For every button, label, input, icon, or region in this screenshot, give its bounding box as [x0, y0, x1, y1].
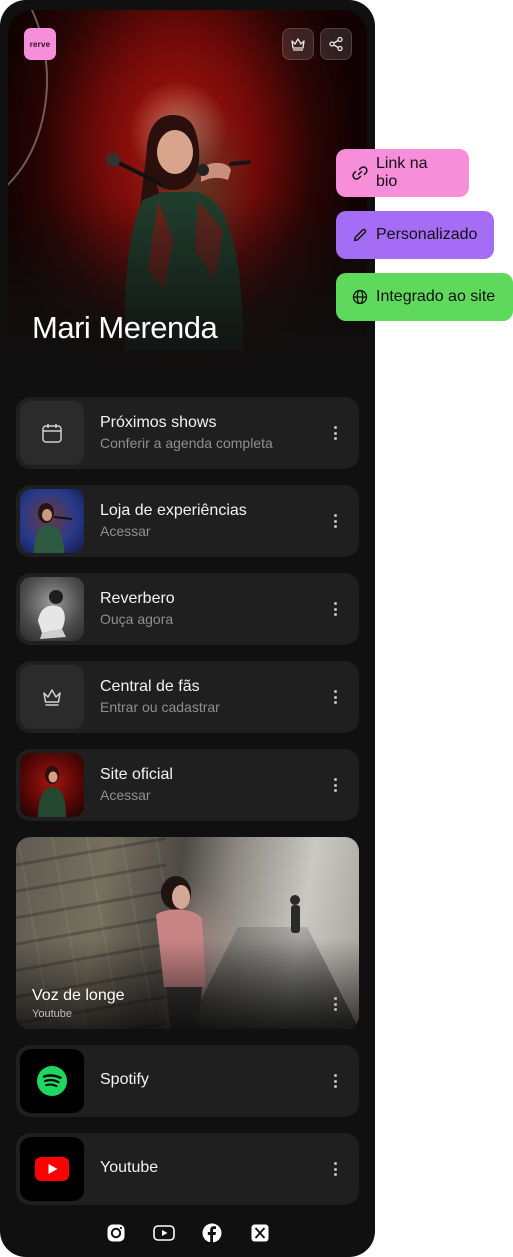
share-button[interactable]: [320, 28, 352, 60]
link-subtitle: Acessar: [100, 523, 151, 539]
instagram-icon[interactable]: [105, 1222, 127, 1244]
link-subtitle: Acessar: [100, 787, 151, 803]
concert-photo: [34, 503, 73, 553]
crown-icon: [291, 38, 305, 51]
link-subtitle: Conferir a agenda completa: [100, 435, 273, 451]
link-title: Próximos shows: [100, 414, 217, 431]
social-links: [0, 1220, 375, 1246]
more-options-icon[interactable]: [329, 600, 341, 618]
spotify-icon: [37, 1066, 67, 1096]
album-cover: [38, 590, 66, 639]
link-title: Youtube: [100, 1159, 159, 1176]
link-icon: [352, 166, 368, 180]
more-options-icon[interactable]: [329, 688, 341, 706]
more-options-icon[interactable]: [329, 512, 341, 530]
logo[interactable]: rerve: [24, 28, 56, 60]
link-card-youtube[interactable]: Youtube: [16, 1133, 359, 1205]
crown-button[interactable]: [282, 28, 314, 60]
artist-name: Mari Merenda: [32, 310, 218, 345]
x-icon[interactable]: [249, 1222, 271, 1244]
feature-pill-integrated: Integrado ao site: [336, 273, 513, 321]
feature-label: Link na bio: [375, 155, 428, 190]
feature-label: Integrado ao site: [376, 288, 496, 305]
stage-photo: [38, 766, 66, 817]
link-title: Site oficial: [100, 766, 173, 783]
thumb-spotify: [20, 1049, 84, 1113]
video-title: Voz de longe: [32, 987, 125, 1004]
thumb-youtube: [20, 1137, 84, 1201]
link-card-store[interactable]: Loja de experiências Acessar: [16, 485, 359, 557]
link-subtitle: Ouça agora: [100, 611, 174, 627]
more-options-icon[interactable]: [329, 1072, 341, 1090]
link-card-spotify[interactable]: Spotify: [16, 1045, 359, 1117]
feature-label: Personalizado: [376, 226, 478, 243]
more-options-icon[interactable]: [329, 776, 341, 794]
more-options-icon[interactable]: [329, 1160, 341, 1178]
link-card-shows[interactable]: Próximos shows Conferir a agenda complet…: [16, 397, 359, 469]
thumb-stage-photo: [20, 753, 84, 817]
youtube-icon: [35, 1157, 69, 1181]
link-card-site[interactable]: Site oficial Acessar: [16, 749, 359, 821]
thumb-concert-photo: [20, 489, 84, 553]
globe-icon: [352, 289, 368, 305]
pencil-icon: [353, 228, 367, 242]
video-card[interactable]: Voz de longe Youtube: [16, 837, 359, 1029]
link-title: Central de fãs: [100, 678, 200, 695]
link-title: Reverbero: [100, 590, 175, 607]
link-title: Spotify: [100, 1071, 149, 1088]
facebook-icon[interactable]: [201, 1222, 223, 1244]
more-options-icon[interactable]: [329, 995, 341, 1013]
thumb-calendar: [20, 401, 84, 465]
link-card-fans[interactable]: Central de fãs Entrar ou cadastrar: [16, 661, 359, 733]
link-title: Loja de experiências: [100, 502, 247, 519]
thumb-album-cover: [20, 577, 84, 641]
phone-screen: rerve Mari Merenda Próximos shows Confer…: [0, 0, 375, 1257]
feature-pill-customized: Personalizado: [336, 211, 494, 259]
crown-icon: [43, 689, 61, 706]
youtube-icon[interactable]: [152, 1222, 175, 1244]
video-source: Youtube: [32, 1008, 72, 1020]
link-card-album[interactable]: Reverbero Ouça agora: [16, 573, 359, 645]
share-icon: [329, 36, 343, 52]
thumb-crown: [20, 665, 84, 729]
hero-banner: rerve Mari Merenda: [8, 10, 367, 370]
more-options-icon[interactable]: [329, 424, 341, 442]
link-subtitle: Entrar ou cadastrar: [100, 699, 220, 715]
feature-pill-link-in-bio: Link na bio: [336, 149, 469, 197]
calendar-icon: [42, 424, 62, 443]
